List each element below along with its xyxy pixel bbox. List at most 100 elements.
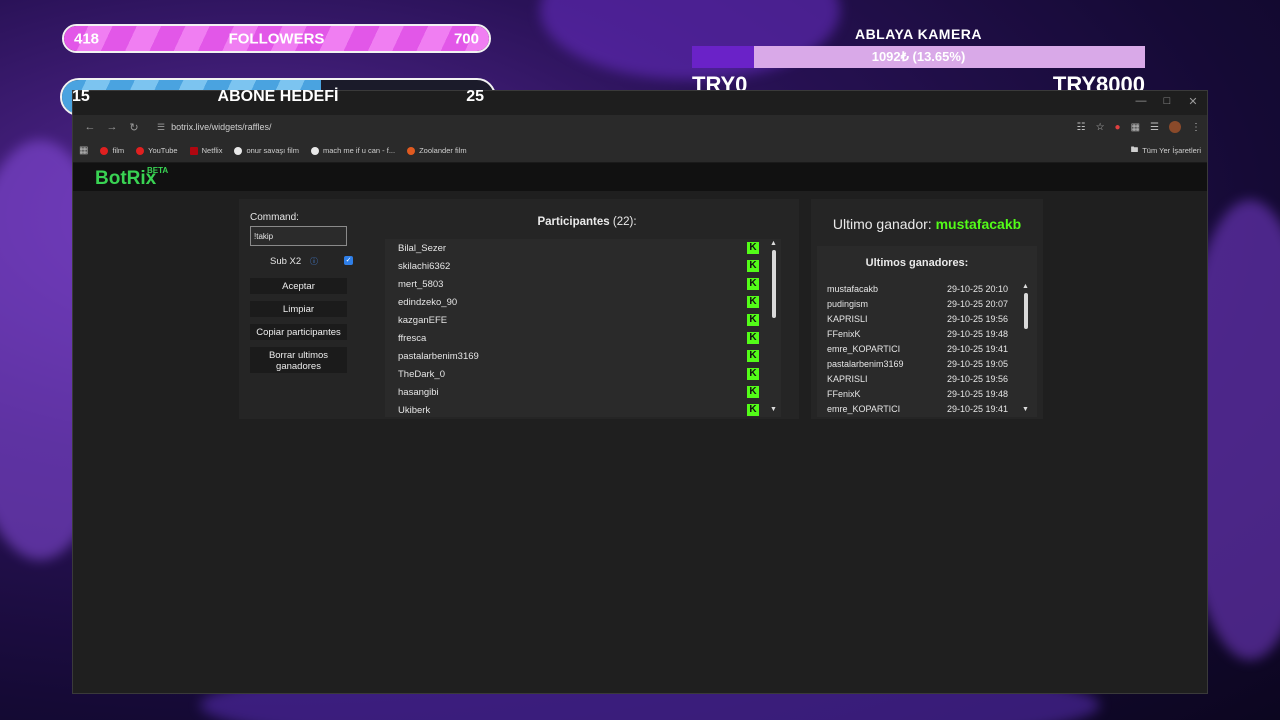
site-info-icon[interactable]: ☰	[157, 122, 165, 133]
participant-row[interactable]: ffresca K	[385, 329, 781, 347]
participants-title: Participantes (22):	[385, 216, 789, 228]
participant-row[interactable]: edindzeko_90 K	[385, 293, 781, 311]
close-icon[interactable]: ✕	[1183, 95, 1203, 108]
all-bookmarks-label: Tüm Yer İşaretleri	[1142, 146, 1201, 155]
camera-goal-text: 1092₺ (13.65%)	[871, 49, 966, 64]
puzzle-icon[interactable]: ▦	[1131, 122, 1140, 133]
last-winner-name: mustafacakb	[935, 216, 1022, 232]
bookmark-label: YouTube	[148, 146, 178, 155]
camera-goal-widget: ABLAYA KAMERA 1092₺ (13.65%) TRY0 TRY800…	[692, 26, 1145, 96]
bookmark-film[interactable]: film	[100, 146, 124, 155]
sub-x2-checkbox[interactable]: ✓	[344, 256, 353, 265]
bookmark-netflix[interactable]: Netflix	[189, 146, 222, 155]
kick-icon: K	[747, 242, 759, 254]
winner-row: pastalarbenim3169 29-10-25 19:05	[827, 359, 1022, 374]
menu-icon[interactable]: ⋮	[1191, 122, 1201, 133]
winner-date: 29-10-25 19:48	[947, 329, 1009, 339]
page-content: BotRix BETA Command: Sub X2 ⓘ ✓ Aceptar …	[73, 163, 1207, 693]
scroll-up-icon[interactable]: ▲	[1022, 283, 1029, 290]
kick-icon: K	[747, 332, 759, 344]
followers-current: 418	[74, 30, 100, 47]
reload-icon[interactable]: ↻	[123, 121, 145, 134]
bookmark-onur[interactable]: onur savaşı film	[234, 146, 299, 155]
participant-name: ffresca	[398, 333, 427, 344]
bookmark-label: onur savaşı film	[246, 146, 299, 155]
scroll-down-icon[interactable]: ▼	[1022, 406, 1029, 413]
kick-icon: K	[747, 350, 759, 362]
address-bar[interactable]: ☰ botrix.live/widgets/raffles/	[151, 118, 277, 136]
star-icon[interactable]: ☆	[1096, 122, 1105, 133]
followers-label: FOLLOWERS	[228, 30, 325, 47]
winners-list: mustafacakb 29-10-25 20:10 pudingism 29-10-…	[827, 284, 1022, 417]
back-icon[interactable]: ←	[79, 121, 101, 133]
scroll-up-icon[interactable]: ▲	[770, 240, 777, 247]
scroll-thumb[interactable]	[772, 250, 776, 318]
kick-icon: K	[747, 368, 759, 380]
bookmark-mach[interactable]: mach me if u can - f...	[310, 146, 396, 155]
winner-date: 29-10-25 19:56	[947, 374, 1009, 384]
winner-name: pudingism	[827, 299, 869, 309]
kick-icon: K	[747, 260, 759, 272]
accept-button[interactable]: Aceptar	[250, 278, 347, 294]
youtube-icon	[136, 146, 145, 155]
kick-icon: K	[747, 386, 759, 398]
winner-date: 29-10-25 19:41	[947, 404, 1009, 414]
winners-box[interactable]: Ultimos ganadores: mustafacakb 29-10-25 2…	[817, 246, 1037, 417]
followers-goal-bar: 418 FOLLOWERS 700	[62, 24, 491, 53]
copy-participants-button[interactable]: Copiar participantes	[250, 324, 347, 340]
minimize-icon[interactable]: —	[1131, 95, 1151, 107]
extension-icon[interactable]: ●	[1115, 122, 1121, 133]
participant-row[interactable]: skilachi6362 K	[385, 257, 781, 275]
browser-toolbar: ← → ↻ ☰ botrix.live/widgets/raffles/ ☷ ☆…	[73, 115, 1207, 139]
participant-row[interactable]: Bilal_Sezer K	[385, 239, 781, 257]
youtube-icon	[100, 146, 109, 155]
winners-scrollbar[interactable]: ▲ ▼	[1021, 283, 1031, 415]
sub-x2-row: Sub X2 ⓘ ✓	[250, 255, 355, 269]
app-header: BotRix BETA	[73, 163, 1207, 191]
all-bookmarks[interactable]: 🖿 Tüm Yer İşaretleri	[1131, 144, 1201, 157]
bookmark-label: mach me if u can - f...	[322, 146, 396, 155]
kick-icon: K	[747, 404, 759, 416]
media-icon[interactable]: ☰	[1150, 122, 1159, 133]
forward-icon[interactable]: →	[101, 121, 123, 133]
winner-date: 29-10-25 19:56	[947, 314, 1009, 324]
scroll-thumb[interactable]	[1024, 293, 1028, 329]
command-label: Command:	[250, 212, 299, 223]
command-input[interactable]	[250, 226, 347, 246]
participant-row[interactable]: TheDark_0 K	[385, 365, 781, 383]
winner-name: FFenixK	[827, 389, 861, 399]
bookmarks-bar: ▦ film YouTube Netflix onur savaşı film …	[73, 139, 1207, 163]
participant-row[interactable]: Ukiberk K	[385, 401, 781, 417]
participant-name: Bilal_Sezer	[398, 243, 447, 254]
clear-button[interactable]: Limpiar	[250, 301, 347, 317]
participant-name: pastalarbenim3169	[398, 351, 479, 362]
participants-title-text: Participantes	[537, 216, 610, 228]
winner-row: FFenixK 29-10-25 19:48	[827, 389, 1022, 404]
participant-row[interactable]: mert_5803 K	[385, 275, 781, 293]
winner-row: KAPRISLI 29-10-25 19:56	[827, 374, 1022, 389]
participant-name: hasangibi	[398, 387, 439, 398]
participants-list[interactable]: Bilal_Sezer Kskilachi6362 Kmert_5803 Kedind…	[385, 239, 781, 417]
scroll-down-icon[interactable]: ▼	[770, 406, 777, 413]
delete-winners-button[interactable]: Borrar ultimos ganadores	[250, 347, 347, 373]
kick-icon: K	[747, 296, 759, 308]
bookmark-youtube[interactable]: YouTube	[136, 146, 178, 155]
participant-row[interactable]: kazganEFE K	[385, 311, 781, 329]
bookmark-zoolander[interactable]: Zoolander film	[407, 146, 467, 155]
info-icon[interactable]: ⓘ	[310, 256, 318, 267]
winner-date: 29-10-25 20:07	[947, 299, 1009, 309]
participant-row[interactable]: hasangibi K	[385, 383, 781, 401]
participants-scrollbar[interactable]: ▲ ▼	[769, 239, 779, 417]
translate-icon[interactable]: ☷	[1077, 122, 1086, 133]
sub-x2-label: Sub X2	[270, 256, 302, 267]
apps-grid-icon[interactable]: ▦	[79, 145, 88, 156]
participant-row[interactable]: pastalarbenim3169 K	[385, 347, 781, 365]
profile-avatar[interactable]	[1169, 121, 1181, 133]
abone-goal: 25	[466, 88, 484, 105]
camera-goal-progress: 1092₺ (13.65%)	[692, 46, 1145, 68]
winner-name: KAPRISLI	[827, 374, 868, 384]
maximize-icon[interactable]: □	[1157, 95, 1177, 107]
followers-goal: 700	[453, 30, 479, 47]
kick-icon: K	[747, 314, 759, 326]
winner-row: pudingism 29-10-25 20:07	[827, 299, 1022, 314]
